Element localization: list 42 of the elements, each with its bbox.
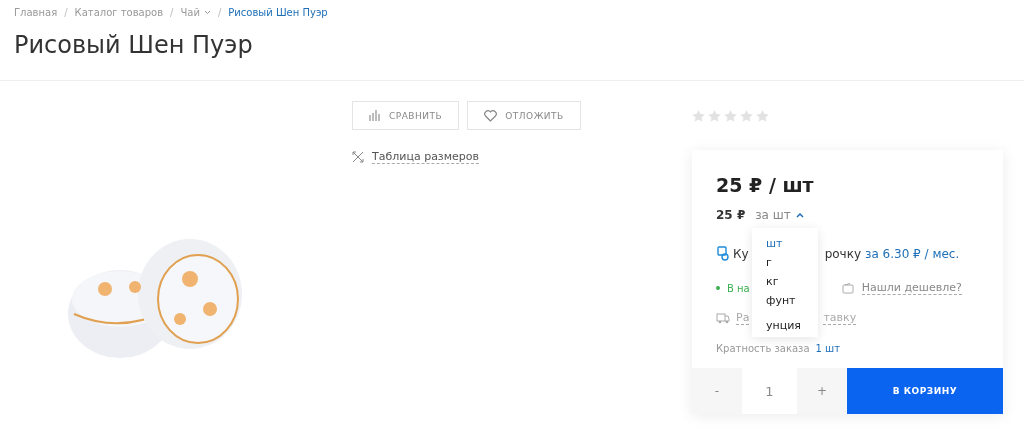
installment-text-start: Ку (733, 246, 749, 261)
star-icon (692, 109, 705, 122)
unit-selector[interactable]: за шт (755, 208, 804, 222)
order-multiple-label: Кратность заказа (716, 343, 810, 354)
truck-icon (716, 312, 730, 324)
breadcrumb-link[interactable]: Рисовый Шен Пуэр (228, 6, 328, 18)
price: 25 ₽ / шт (716, 174, 815, 196)
breadcrumb-separator: / (217, 6, 222, 18)
unit-option[interactable]: шт (766, 236, 818, 251)
caret-icon (795, 212, 804, 218)
unit-option[interactable]: г (766, 255, 818, 270)
size-table-link[interactable]: Таблица размеров (372, 150, 479, 164)
compare-button[interactable]: СРАВНИТЬ (352, 101, 460, 130)
breadcrumb-link[interactable]: Главная (14, 6, 58, 18)
breadcrumb-separator: / (64, 6, 68, 18)
star-icon (708, 109, 721, 122)
installment-text-end: рочку (824, 246, 862, 261)
star-icon (756, 109, 769, 122)
favorite-button[interactable]: ОТЛОЖИТЬ (467, 101, 581, 130)
unit-option[interactable]: кг (766, 274, 818, 289)
star-icon (740, 109, 753, 122)
installment-link[interactable]: за 6.30 ₽ / мес. (865, 246, 960, 261)
increase-button[interactable]: + (797, 368, 847, 414)
stock-text: В на (727, 282, 750, 294)
coins-icon (716, 246, 730, 261)
wallet-icon (841, 282, 854, 294)
breadcrumb-link[interactable]: Чай (180, 6, 211, 18)
breadcrumb-link[interactable]: Каталог товаров (74, 6, 164, 18)
breadcrumb-separator: / (170, 6, 174, 18)
unit-price: 25 ₽ (716, 208, 746, 222)
heart-icon (484, 109, 498, 122)
delivery-link-end[interactable]: тавку (823, 311, 857, 325)
unit-option[interactable]: фунт (766, 293, 818, 308)
add-to-cart-button[interactable]: В КОРЗИНУ (847, 368, 1003, 414)
bar-chart-icon (369, 110, 381, 121)
cheaper-link[interactable]: Нашли дешевле? (861, 281, 962, 295)
star-icon (724, 109, 737, 122)
delivery-link-start[interactable]: Ра (736, 311, 750, 325)
unit-option[interactable]: унция (766, 318, 818, 333)
decrease-button[interactable]: - (692, 368, 742, 414)
page-title: Рисовый Шен Пуэр (14, 31, 254, 59)
order-multiple-value: 1 шт (815, 343, 841, 354)
